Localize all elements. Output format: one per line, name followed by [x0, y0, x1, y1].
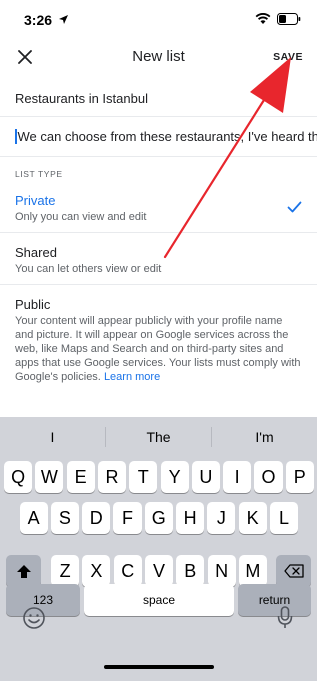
- page-title: New list: [132, 48, 185, 65]
- return-key[interactable]: return: [238, 584, 311, 616]
- option-subtitle: Your content will appear publicly with y…: [15, 314, 303, 384]
- key-l[interactable]: L: [269, 502, 299, 534]
- key-d[interactable]: D: [82, 502, 111, 534]
- wifi-icon: [255, 13, 271, 24]
- list-type-label: LIST TYPE: [15, 169, 63, 179]
- key-q[interactable]: Q: [4, 461, 33, 493]
- status-time: 3:26: [24, 12, 53, 28]
- status-bar: 3:26: [0, 0, 317, 40]
- shift-key[interactable]: [6, 555, 41, 587]
- suggestion-item[interactable]: I'm: [212, 429, 317, 445]
- option-subtitle: You can let others view or edit: [15, 263, 162, 275]
- battery-icon: [277, 13, 301, 25]
- learn-more-link[interactable]: Learn more: [104, 371, 160, 383]
- suggestion-item[interactable]: The: [106, 429, 211, 445]
- backspace-icon: [283, 564, 304, 578]
- option-subtitle: Only you can view and edit: [15, 211, 147, 223]
- key-n[interactable]: N: [207, 555, 236, 587]
- key-w[interactable]: W: [35, 461, 64, 493]
- location-arrow-icon: [59, 15, 68, 24]
- key-i[interactable]: I: [223, 461, 252, 493]
- key-p[interactable]: P: [285, 461, 314, 493]
- key-t[interactable]: T: [129, 461, 158, 493]
- key-a[interactable]: A: [19, 502, 48, 534]
- backspace-key[interactable]: [276, 555, 311, 587]
- key-v[interactable]: V: [144, 555, 174, 587]
- key-z[interactable]: Z: [51, 555, 80, 587]
- option-title: Shared: [15, 245, 57, 260]
- key-c[interactable]: C: [113, 555, 142, 587]
- home-indicator: [104, 665, 214, 669]
- emoji-icon[interactable]: [22, 606, 46, 630]
- keyboard: I The I'm QWERTYUIOPASDFGHJKLZXCVBNM 123…: [0, 417, 317, 681]
- key-s[interactable]: S: [50, 502, 79, 534]
- key-u[interactable]: U: [191, 461, 220, 493]
- suggestion-item[interactable]: I: [0, 429, 105, 445]
- key-y[interactable]: Y: [160, 461, 189, 493]
- list-description-field[interactable]: We can choose from these restaurants, I'…: [0, 117, 317, 157]
- status-indicators: [255, 13, 301, 25]
- key-e[interactable]: E: [66, 461, 95, 493]
- list-type-shared[interactable]: Shared You can let others view or edit: [0, 233, 317, 285]
- list-description-text: We can choose from these restaurants, I'…: [17, 129, 318, 144]
- key-r[interactable]: R: [97, 461, 127, 493]
- key-h[interactable]: H: [176, 502, 205, 534]
- save-button[interactable]: SAVE: [273, 51, 303, 63]
- microphone-icon[interactable]: [277, 606, 293, 630]
- key-g[interactable]: G: [144, 502, 173, 534]
- list-type-private[interactable]: Private Only you can view and edit: [0, 186, 317, 233]
- key-x[interactable]: X: [82, 555, 111, 587]
- suggestion-bar: I The I'm: [0, 417, 317, 457]
- option-title: Private: [15, 193, 56, 208]
- key-f[interactable]: F: [113, 502, 142, 534]
- key-j[interactable]: J: [207, 502, 236, 534]
- key-o[interactable]: O: [254, 461, 283, 493]
- option-title: Public: [15, 297, 51, 312]
- list-type-public[interactable]: Public Your content will appear publicly…: [0, 285, 317, 389]
- app-bar: New list SAVE: [0, 40, 317, 76]
- key-m[interactable]: M: [238, 555, 267, 587]
- list-name-field[interactable]: Restaurants in Istanbul: [0, 80, 317, 117]
- key-b[interactable]: B: [176, 555, 205, 587]
- shift-icon: [16, 564, 31, 578]
- key-k[interactable]: K: [238, 502, 267, 534]
- space-key[interactable]: space: [84, 584, 234, 616]
- checkmark-icon: [287, 201, 302, 213]
- text-cursor: [15, 129, 17, 144]
